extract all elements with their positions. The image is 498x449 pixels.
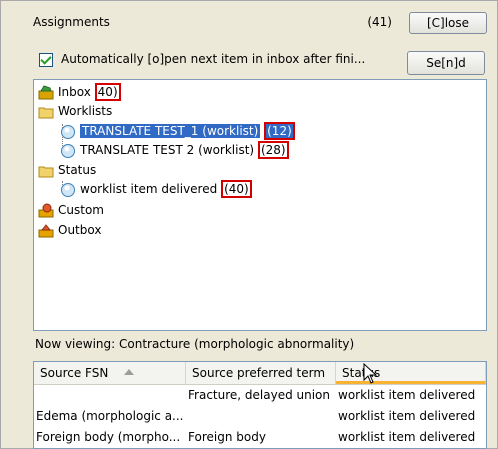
table-row[interactable]: Edema (morphologic a... worklist item de…: [34, 406, 486, 427]
column-header-status[interactable]: Status: [336, 362, 486, 384]
status-label: Status: [58, 163, 97, 177]
cell-source-fsn: Foreign body (morpho...: [36, 430, 181, 444]
inbox-count: 40): [94, 83, 121, 101]
inbox-icon: [38, 85, 54, 100]
cell-source-preferred-term: Fracture, delayed union: [188, 388, 331, 402]
close-button[interactable]: [C]lose: [409, 12, 487, 34]
worklist-icon: [61, 144, 75, 158]
assignments-count: (41): [367, 15, 392, 29]
inbox-label: Inbox: [58, 85, 91, 99]
items-table: Source FSN Source preferred term Status …: [33, 361, 487, 449]
folder-icon: [38, 166, 54, 178]
cell-status: worklist item delivered: [338, 409, 476, 423]
cell-source-fsn: [36, 385, 184, 406]
status-item-label: worklist item delivered: [80, 182, 218, 196]
send-button[interactable]: Se[n]d: [407, 51, 485, 75]
custom-label: Custom: [58, 203, 104, 217]
now-viewing-value: Contracture (morphologic abnormality): [119, 337, 355, 351]
folder-icon: [38, 107, 54, 119]
assignments-tree: Inbox 40) Worklists TRANSLATE TEST_1 (wo…: [33, 79, 487, 331]
assignments-header: Assignments (41) [C]lose: [33, 12, 487, 34]
cell-status: worklist item delivered: [338, 388, 476, 402]
outbox-label: Outbox: [58, 223, 102, 237]
sort-ascending-icon: [124, 369, 134, 375]
column-header-source-preferred-term[interactable]: Source preferred term: [186, 362, 336, 384]
worklist-icon: [61, 125, 75, 139]
assignments-window: Assignments (41) [C]lose Automatically […: [0, 0, 498, 449]
now-viewing: Now viewing: Contracture (morphologic ab…: [35, 337, 354, 351]
cell-source-fsn: Edema (morphologic a...: [36, 409, 184, 423]
worklist-2-count: (28): [257, 141, 289, 159]
worklists-label: Worklists: [58, 104, 113, 118]
outbox-icon: [38, 224, 54, 238]
cell-source-preferred-term: Foreign body: [188, 430, 266, 444]
column-header-source-fsn[interactable]: Source FSN: [34, 362, 186, 384]
cell-status: worklist item delivered: [338, 430, 476, 444]
worklist-2-label: TRANSLATE TEST 2 (worklist): [80, 143, 255, 157]
auto-open-label: Automatically [o]pen next item in inbox …: [61, 52, 366, 66]
table-header: Source FSN Source preferred term Status: [34, 362, 486, 385]
auto-open-checkbox[interactable]: [39, 53, 53, 67]
status-item-count: (40): [221, 180, 252, 198]
mouse-cursor-icon: [363, 363, 378, 384]
worklist-1-count: (12): [264, 122, 295, 140]
now-viewing-label: Now viewing:: [35, 337, 116, 351]
custom-icon: [38, 203, 54, 218]
worklist-icon: [61, 183, 75, 197]
worklist-1-label: TRANSLATE TEST_1 (worklist): [80, 124, 261, 138]
assignments-title: Assignments: [33, 15, 110, 29]
table-row[interactable]: Foreign body (morpho... Foreign body wor…: [34, 427, 486, 448]
table-row[interactable]: Fracture, delayed union worklist item de…: [34, 385, 486, 406]
cell-source-preferred-term: [188, 406, 334, 427]
